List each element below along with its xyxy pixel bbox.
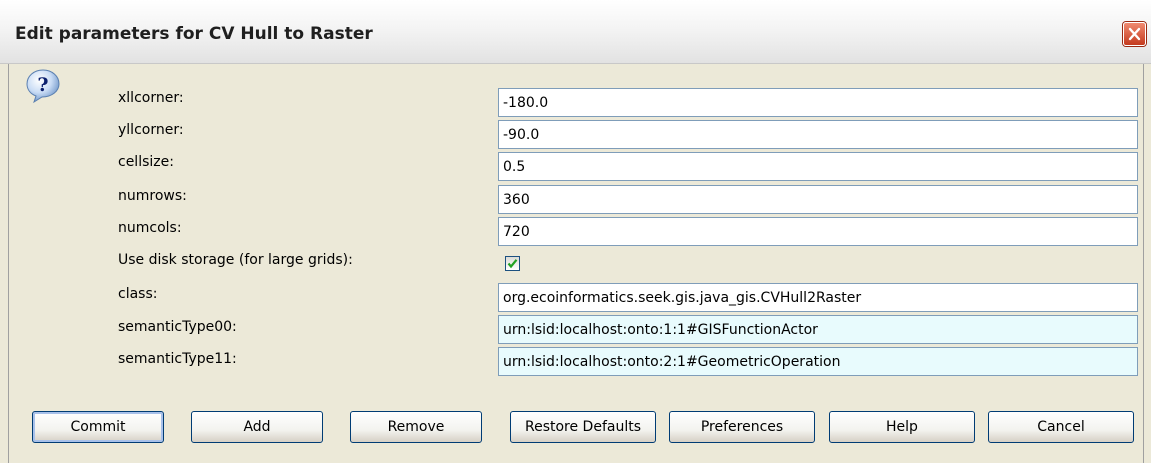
param-label-semantictype11: semanticType11: [118,351,237,367]
cellsize-field[interactable]: 0.5 [498,152,1138,181]
remove-button[interactable]: Remove [350,411,482,443]
param-label-numcols: numcols: [118,220,182,236]
param-label-class: class: [118,286,158,302]
window-title: Edit parameters for CV Hull to Raster [15,24,373,44]
svg-text:?: ? [37,74,48,96]
numcols-field[interactable]: 720 [498,217,1138,246]
dialog-window: Edit parameters for CV Hull to Raster ? … [0,0,1151,463]
checkmark-icon [507,259,518,269]
preferences-button[interactable]: Preferences [669,411,815,443]
help-button[interactable]: Help [829,411,975,443]
param-label-disk-storage: Use disk storage (for large grids): [118,252,353,268]
question-icon: ? [26,69,60,104]
close-button[interactable] [1123,22,1146,46]
param-label-numrows: numrows: [118,188,187,204]
semantictype00-field[interactable]: urn:lsid:localhost:onto:1:1#GISFunctionA… [498,315,1138,344]
param-label-semantictype00: semanticType00: [118,319,237,335]
close-icon [1128,27,1141,41]
param-label-xllcorner: xllcorner: [118,90,184,106]
xllcorner-field[interactable]: -180.0 [498,88,1138,117]
param-label-cellsize: cellsize: [118,154,174,170]
param-label-yllcorner: yllcorner: [118,122,184,138]
title-bar[interactable]: Edit parameters for CV Hull to Raster [0,0,1151,64]
numrows-field[interactable]: 360 [498,185,1138,214]
commit-button[interactable]: Commit [32,411,164,443]
cancel-button[interactable]: Cancel [988,411,1134,443]
disk-storage-checkbox[interactable] [505,256,520,271]
restore-defaults-button[interactable]: Restore Defaults [510,411,656,443]
semantictype11-field[interactable]: urn:lsid:localhost:onto:2:1#GeometricOpe… [498,347,1138,376]
class-field[interactable]: org.ecoinformatics.seek.gis.java_gis.CVH… [498,283,1138,312]
add-button[interactable]: Add [191,411,323,443]
yllcorner-field[interactable]: -90.0 [498,120,1138,149]
